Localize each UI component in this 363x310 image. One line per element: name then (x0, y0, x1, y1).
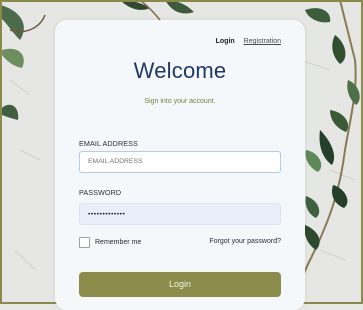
page-title: Welcome (133, 58, 227, 83)
forgot-password-link[interactable]: Forgot your password? (209, 238, 281, 245)
remember-me[interactable]: Remember me (79, 237, 141, 248)
page-subtitle: Sign into your account. (144, 98, 216, 105)
remember-me-checkbox[interactable] (79, 237, 90, 248)
password-field[interactable]: ••••••••••••• (79, 203, 281, 225)
login-card: Login Registration Welcome Sign into you… (55, 20, 305, 310)
nav-registration-link[interactable]: Registration (244, 38, 281, 45)
remember-me-label: Remember me (95, 239, 142, 246)
password-label: PASSWORD (79, 188, 122, 197)
nav-login-link[interactable]: Login (216, 38, 235, 45)
email-label: EMAIL ADDRESS (79, 139, 138, 148)
email-field[interactable] (79, 151, 281, 173)
login-button[interactable]: Login (79, 272, 281, 297)
top-nav: Login Registration (216, 38, 281, 45)
